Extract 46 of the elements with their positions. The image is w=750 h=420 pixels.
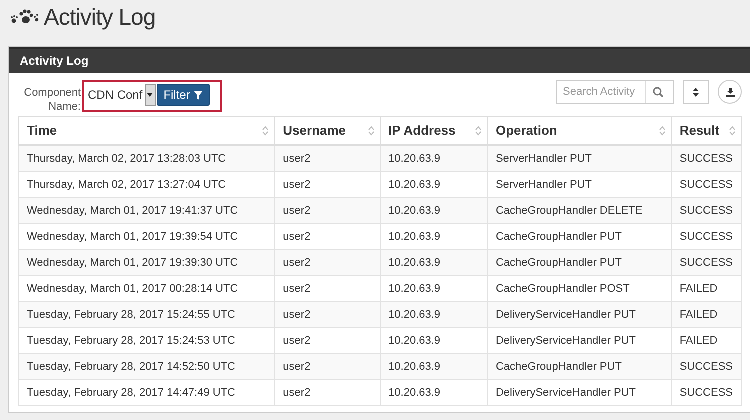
table-cell: user2 [274, 250, 380, 276]
table-cell: CacheGroupHandler PUT [487, 250, 672, 276]
page-title: Activity Log [44, 4, 156, 30]
table-cell: 10.20.63.9 [380, 354, 488, 380]
table-cell: SUCCESS [671, 198, 742, 224]
download-button[interactable] [718, 80, 742, 104]
filter-button[interactable]: Filter [156, 84, 210, 106]
table-cell: user2 [274, 380, 380, 406]
table-cell: SUCCESS [671, 354, 742, 380]
table-cell: 10.20.63.9 [380, 250, 488, 276]
table-cell: Tuesday, February 28, 2017 14:52:50 UTC [18, 354, 275, 380]
table-cell: user2 [274, 354, 380, 380]
table-cell: CacheGroupHandler PUT [487, 354, 672, 380]
table-cell: CacheGroupHandler DELETE [487, 198, 672, 224]
panel-title: Activity Log [20, 54, 89, 68]
sort-icon [474, 126, 482, 136]
table-cell: Wednesday, March 01, 2017 19:41:37 UTC [18, 198, 275, 224]
sort-icon [368, 126, 375, 136]
field-label: Component Name: [23, 86, 81, 114]
table-cell: 10.20.63.9 [380, 302, 488, 328]
table-cell: Thursday, March 02, 2017 13:28:03 UTC [18, 145, 275, 172]
table-cell: DeliveryServiceHandler PUT [487, 302, 672, 328]
table-cell: DeliveryServiceHandler PUT [487, 380, 672, 406]
table-cell: Wednesday, March 01, 2017 19:39:30 UTC [18, 250, 275, 276]
table-cell: Tuesday, February 28, 2017 15:24:55 UTC [18, 302, 275, 328]
component-dropdown[interactable]: CDN Conf [86, 84, 156, 106]
table-cell: ServerHandler PUT [487, 145, 672, 172]
table-cell: 10.20.63.9 [380, 145, 488, 172]
sort-button[interactable] [683, 80, 709, 104]
sort-icon [693, 88, 699, 96]
table-cell: 10.20.63.9 [380, 380, 488, 406]
sort-icon [262, 126, 270, 136]
table-cell: Tuesday, February 28, 2017 14:47:49 UTC [18, 380, 275, 406]
sort-icon [729, 126, 736, 136]
table-cell: user2 [274, 198, 380, 224]
download-icon [726, 88, 734, 96]
table-cell: SUCCESS [671, 145, 742, 172]
table-cell: FAILED [671, 302, 742, 328]
table-cell: user2 [274, 145, 380, 172]
sort-icon [658, 126, 666, 136]
table-cell: SUCCESS [671, 380, 742, 406]
table-cell: SUCCESS [671, 250, 742, 276]
table-cell: user2 [274, 302, 380, 328]
funnel-icon [194, 90, 204, 100]
table-cell: 10.20.63.9 [380, 198, 488, 224]
caret-icon [147, 93, 154, 97]
